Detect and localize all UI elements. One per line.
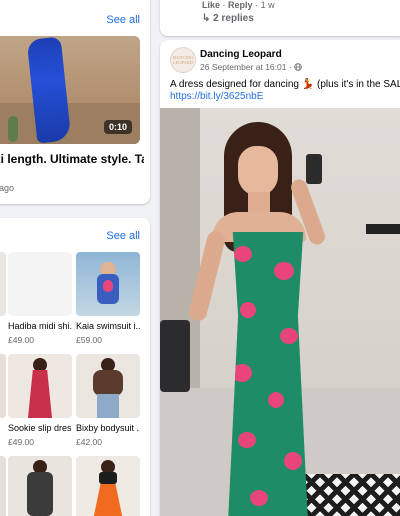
product-card[interactable]: Sookie slip dres... £49.00: [8, 354, 72, 447]
replies-count: 2 replies: [213, 13, 254, 24]
reply-link[interactable]: Reply: [228, 0, 253, 10]
page-name[interactable]: Dancing Leopard: [200, 49, 282, 60]
product-image: [0, 354, 6, 418]
avatar-logo-text: DANCING LEOPARD: [172, 55, 194, 65]
product-image: [76, 354, 140, 418]
shelf-shape: [366, 224, 400, 234]
product-name: Sookie slip dres...: [8, 423, 72, 433]
comment-time: 1 w: [260, 0, 275, 10]
product-image: [76, 252, 140, 316]
post-card: DANCING LEOPARD Dancing Leopard 26 Septe…: [160, 40, 400, 516]
product-name: Hadiba midi shi...: [8, 321, 72, 331]
green-floral-dress-shape: [227, 232, 309, 516]
product-card[interactable]: [76, 456, 140, 516]
video-thumbnail[interactable]: 0:10: [0, 36, 140, 144]
product-card[interactable]: Kaia swimsuit i... £59.00: [76, 252, 140, 345]
reply-arrow-icon: ↳: [202, 13, 211, 24]
shop-see-all-link[interactable]: See all: [106, 230, 140, 242]
product-card[interactable]: [8, 456, 72, 516]
globe-icon: [294, 63, 302, 71]
video-card: See all 0:10 xi length. Ultimate style. …: [0, 0, 150, 204]
product-image: [8, 252, 72, 316]
page-avatar[interactable]: DANCING LEOPARD: [170, 47, 196, 73]
comment-card: Like · Reply · 1 w ↳ 2 replies: [160, 0, 400, 36]
chair-shape: [160, 320, 190, 392]
cactus-shape: [8, 116, 18, 142]
product-image: [76, 456, 140, 516]
product-card[interactable]: [0, 252, 6, 325]
product-image: [8, 456, 72, 516]
view-replies-link[interactable]: ↳ 2 replies: [202, 13, 254, 24]
product-card[interactable]: [0, 456, 6, 516]
post-photo[interactable]: [160, 108, 400, 516]
separator: ·: [255, 0, 259, 10]
separator: ·: [222, 0, 226, 10]
product-image: [0, 252, 6, 316]
product-price: £59.00: [76, 335, 102, 345]
thumbnail-wall: [0, 36, 140, 103]
post-text: A dress designed for dancing 💃 (plus it'…: [170, 79, 400, 90]
product-card[interactable]: Bixby bodysuit ... £42.00: [76, 354, 140, 447]
product-image: [8, 354, 72, 418]
comment-actions: Like · Reply · 1 w: [202, 0, 275, 10]
phone-shape: [306, 154, 322, 184]
product-name: Kaia swimsuit i...: [76, 321, 140, 331]
product-image: [0, 456, 6, 516]
like-link[interactable]: Like: [202, 0, 220, 10]
face-shape: [238, 146, 278, 196]
shop-card: See all Hadiba midi shi... £49.00 Kaia s…: [0, 218, 150, 516]
product-price: £49.00: [8, 437, 34, 447]
post-link[interactable]: https://bit.ly/3625nbE: [170, 91, 263, 102]
video-time-ago: s ago: [0, 183, 15, 193]
product-name: Bixby bodysuit ...: [76, 423, 140, 433]
product-card[interactable]: Hadiba midi shi... £49.00: [8, 252, 72, 345]
video-duration: 0:10: [103, 120, 132, 134]
product-card[interactable]: [0, 354, 6, 427]
product-price: £49.00: [8, 335, 34, 345]
post-timestamp[interactable]: 26 September at 16:01 ·: [200, 62, 302, 72]
timestamp-text: 26 September at 16:01 ·: [200, 62, 295, 72]
video-caption[interactable]: xi length. Ultimate style. Ta...: [0, 152, 144, 166]
product-price: £42.00: [76, 437, 102, 447]
videos-see-all-link[interactable]: See all: [106, 14, 140, 26]
